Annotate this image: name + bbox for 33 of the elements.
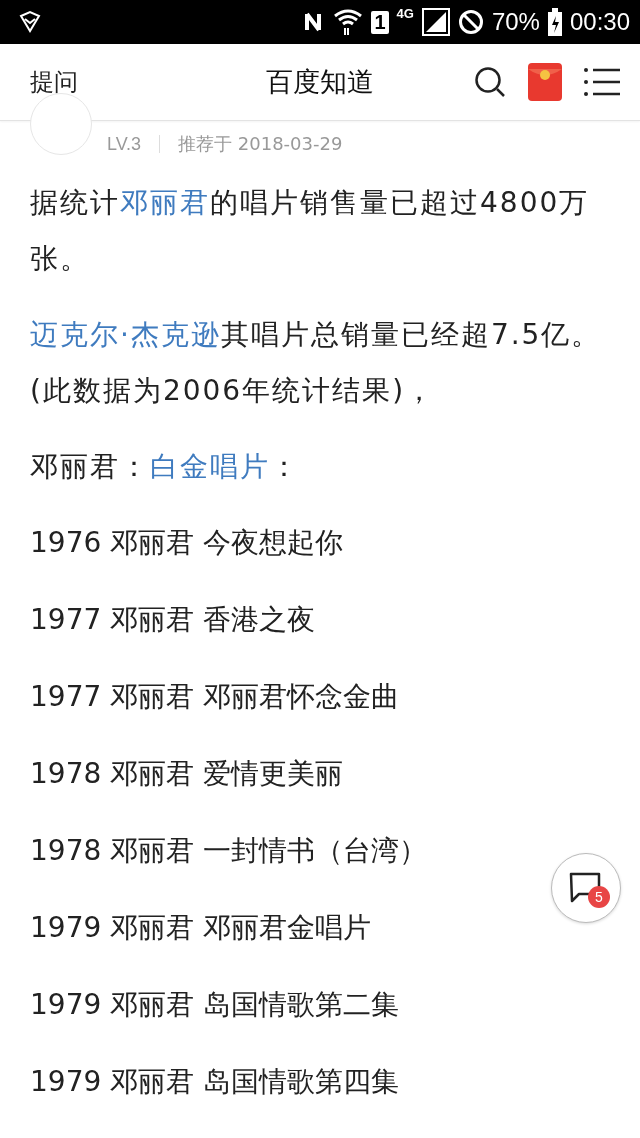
do-not-disturb-icon bbox=[457, 9, 484, 35]
album-entry: 1978 邓丽君 一封情书（台湾） bbox=[30, 833, 428, 869]
album-entry: 1979 邓丽君 岛国情歌第二集 bbox=[30, 987, 400, 1023]
answer-date: 推荐于 2018-03-29 bbox=[178, 132, 343, 156]
clock: 00:30 bbox=[569, 8, 630, 36]
battery-percent: 70% bbox=[491, 8, 540, 36]
ask-link[interactable]: 提问 bbox=[30, 66, 78, 98]
comment-icon bbox=[569, 872, 603, 904]
battery-icon bbox=[547, 8, 562, 36]
keyword-link[interactable]: 迈克尔·杰克逊 bbox=[30, 318, 221, 351]
album-entry: 1977 邓丽君 香港之夜 bbox=[30, 602, 316, 638]
wifi-icon bbox=[333, 8, 364, 36]
user-level: LV.3 bbox=[107, 133, 142, 155]
answer-paragraph: 邓丽君：白金唱片： bbox=[30, 449, 301, 485]
album-entry: 1977 邓丽君 邓丽君怀念金曲 bbox=[30, 679, 400, 715]
menu-icon[interactable] bbox=[584, 67, 620, 97]
search-icon[interactable] bbox=[474, 66, 506, 98]
comment-button[interactable]: 5 bbox=[551, 853, 621, 923]
keyword-link[interactable]: 白金唱片 bbox=[150, 450, 270, 483]
album-entry: 1979 邓丽君 岛国情歌第四集 bbox=[30, 1064, 400, 1100]
sim-indicator: 1 bbox=[371, 10, 389, 34]
album-entry: 1979 邓丽君 邓丽君金唱片 bbox=[30, 910, 372, 946]
keyword-link[interactable]: 邓丽君 bbox=[120, 186, 210, 219]
network-type: 4G bbox=[396, 6, 414, 21]
shield-icon bbox=[18, 10, 42, 34]
site-title: 百度知道 bbox=[266, 66, 374, 97]
envelope-icon[interactable] bbox=[528, 63, 562, 101]
album-entry: 1976 邓丽君 今夜想起你 bbox=[30, 525, 344, 561]
album-entry: 1978 邓丽君 爱情更美丽 bbox=[30, 756, 344, 792]
comment-count-badge: 5 bbox=[588, 886, 610, 908]
signal-icon bbox=[421, 8, 450, 36]
answer-paragraph: 迈克尔·杰克逊其唱片总销量已经超7.5亿。(此数据为2006年统计结果)， bbox=[30, 317, 603, 409]
answer-paragraph: 据统计邓丽君的唱片销售量已超过4800万张。 bbox=[30, 185, 591, 277]
